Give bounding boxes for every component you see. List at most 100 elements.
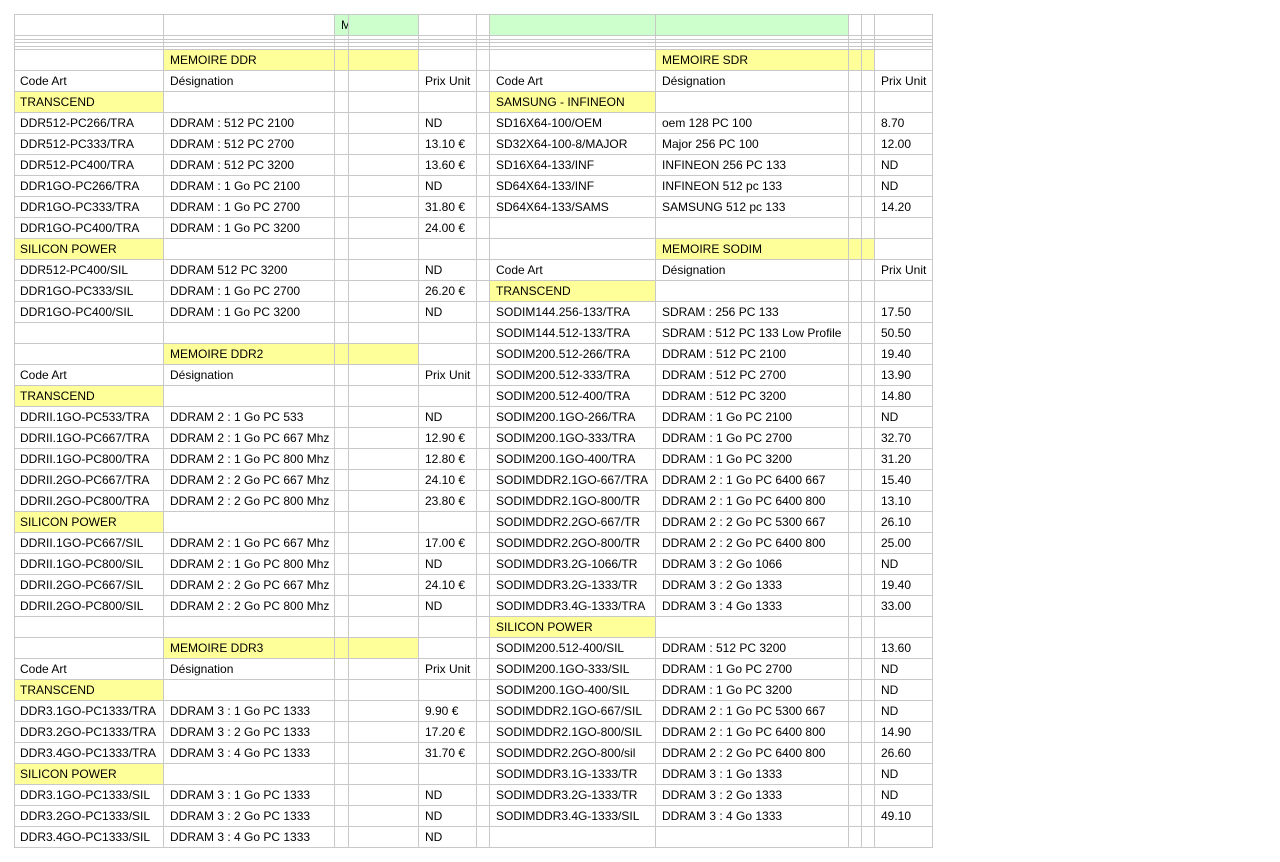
empty-cell[interactable] (862, 827, 875, 848)
empty-cell[interactable] (349, 659, 419, 680)
item-designation[interactable]: DDRAM : 1 Go PC 2700 (164, 197, 335, 218)
empty-cell[interactable] (849, 659, 862, 680)
item-designation[interactable]: DDRAM 2 : 1 Go PC 800 Mhz (164, 449, 335, 470)
item-designation[interactable]: SDRAM : 512 PC 133 Low Profile (656, 323, 849, 344)
section-title[interactable]: MEMOIRE DDR3 (164, 638, 335, 659)
empty-cell[interactable] (14, 617, 164, 638)
spacer-cell[interactable] (477, 785, 490, 806)
item-code[interactable]: SODIM144.512-133/TRA (490, 323, 656, 344)
section-band[interactable] (849, 50, 862, 71)
empty-cell[interactable] (335, 512, 349, 533)
brand-header[interactable]: TRANSCEND (14, 386, 164, 407)
item-designation[interactable]: DDRAM 2 : 2 Go PC 5300 667 (656, 512, 849, 533)
empty-cell[interactable] (349, 470, 419, 491)
item-price[interactable]: ND (419, 596, 477, 617)
empty-cell[interactable] (849, 344, 862, 365)
item-price[interactable]: 12.00 (875, 134, 933, 155)
item-designation[interactable]: DDRAM : 1 Go PC 3200 (164, 302, 335, 323)
empty-cell[interactable] (875, 827, 933, 848)
spacer-cell[interactable] (477, 680, 490, 701)
empty-cell[interactable] (349, 407, 419, 428)
empty-cell[interactable] (490, 218, 656, 239)
item-price[interactable]: 14.80 (875, 386, 933, 407)
item-code[interactable]: DDRII.1GO-PC667/TRA (14, 428, 164, 449)
title-band-cell[interactable] (656, 14, 849, 36)
empty-cell[interactable] (164, 764, 335, 785)
spacer-cell[interactable] (477, 701, 490, 722)
item-designation[interactable]: DDRAM 3 : 2 Go 1066 (656, 554, 849, 575)
spacer-cell[interactable] (477, 365, 490, 386)
item-designation[interactable]: DDRAM : 1 Go PC 3200 (656, 680, 849, 701)
empty-cell[interactable] (335, 407, 349, 428)
item-designation[interactable]: DDRAM 2 : 1 Go PC 6400 800 (656, 491, 849, 512)
item-price[interactable]: 17.00 € (419, 533, 477, 554)
spacer-cell[interactable] (477, 596, 490, 617)
empty-cell[interactable] (862, 449, 875, 470)
item-designation[interactable]: DDRAM 2 : 1 Go PC 667 Mhz (164, 428, 335, 449)
spacer-cell[interactable] (477, 428, 490, 449)
column-header-price[interactable]: Prix Unit (419, 71, 477, 92)
empty-cell[interactable] (349, 281, 419, 302)
empty-cell[interactable] (164, 386, 335, 407)
column-header-code[interactable]: Code Art (490, 71, 656, 92)
empty-cell[interactable] (335, 575, 349, 596)
spacer-cell[interactable] (477, 113, 490, 134)
empty-cell[interactable] (419, 638, 477, 659)
item-price[interactable]: 23.80 € (419, 491, 477, 512)
item-price[interactable]: 9.90 € (419, 701, 477, 722)
empty-cell[interactable] (875, 50, 933, 71)
item-price[interactable]: ND (875, 155, 933, 176)
empty-cell[interactable] (335, 743, 349, 764)
empty-cell[interactable] (349, 302, 419, 323)
empty-cell[interactable] (862, 743, 875, 764)
brand-header[interactable]: SILICON POWER (14, 512, 164, 533)
item-price[interactable]: 19.40 (875, 575, 933, 596)
section-band[interactable] (335, 344, 349, 365)
empty-cell[interactable] (849, 281, 862, 302)
empty-cell[interactable] (862, 281, 875, 302)
empty-cell[interactable] (349, 197, 419, 218)
spacer-cell[interactable] (477, 134, 490, 155)
empty-cell[interactable] (849, 428, 862, 449)
item-designation[interactable]: DDRAM 3 : 2 Go 1333 (656, 785, 849, 806)
empty-cell[interactable] (335, 785, 349, 806)
column-header-designation[interactable]: Désignation (656, 71, 849, 92)
section-band[interactable] (862, 239, 875, 260)
item-designation[interactable]: DDRAM 3 : 2 Go PC 1333 (164, 806, 335, 827)
empty-cell[interactable] (875, 14, 933, 36)
empty-cell[interactable] (335, 71, 349, 92)
empty-cell[interactable] (849, 113, 862, 134)
item-designation[interactable]: DDRAM 2 : 2 Go PC 667 Mhz (164, 470, 335, 491)
empty-cell[interactable] (349, 71, 419, 92)
empty-cell[interactable] (849, 764, 862, 785)
item-price[interactable]: ND (875, 407, 933, 428)
empty-cell[interactable] (862, 554, 875, 575)
empty-cell[interactable] (862, 71, 875, 92)
column-header-designation[interactable]: Désignation (164, 365, 335, 386)
empty-cell[interactable] (335, 533, 349, 554)
item-code[interactable]: DDRII.1GO-PC533/TRA (14, 407, 164, 428)
empty-cell[interactable] (335, 617, 349, 638)
item-code[interactable]: SODIM144.256-133/TRA (490, 302, 656, 323)
empty-cell[interactable] (335, 197, 349, 218)
item-code[interactable]: SODIMDDR2.2GO-800/TR (490, 533, 656, 554)
empty-cell[interactable] (862, 596, 875, 617)
item-designation[interactable]: DDRAM 3 : 2 Go PC 1333 (164, 722, 335, 743)
spacer-cell[interactable] (477, 659, 490, 680)
empty-cell[interactable] (862, 386, 875, 407)
empty-cell[interactable] (849, 617, 862, 638)
empty-cell[interactable] (656, 617, 849, 638)
empty-cell[interactable] (875, 617, 933, 638)
empty-cell[interactable] (862, 344, 875, 365)
item-designation[interactable]: SAMSUNG 512 pc 133 (656, 197, 849, 218)
item-price[interactable]: 26.20 € (419, 281, 477, 302)
empty-cell[interactable] (849, 470, 862, 491)
empty-cell[interactable] (656, 281, 849, 302)
column-header-code[interactable]: Code Art (490, 260, 656, 281)
item-price[interactable]: 19.40 (875, 344, 933, 365)
item-designation[interactable]: DDRAM : 512 PC 2100 (656, 344, 849, 365)
empty-cell[interactable] (349, 680, 419, 701)
empty-cell[interactable] (849, 701, 862, 722)
section-spacer[interactable] (490, 50, 656, 71)
item-code[interactable]: DDR1GO-PC333/TRA (14, 197, 164, 218)
